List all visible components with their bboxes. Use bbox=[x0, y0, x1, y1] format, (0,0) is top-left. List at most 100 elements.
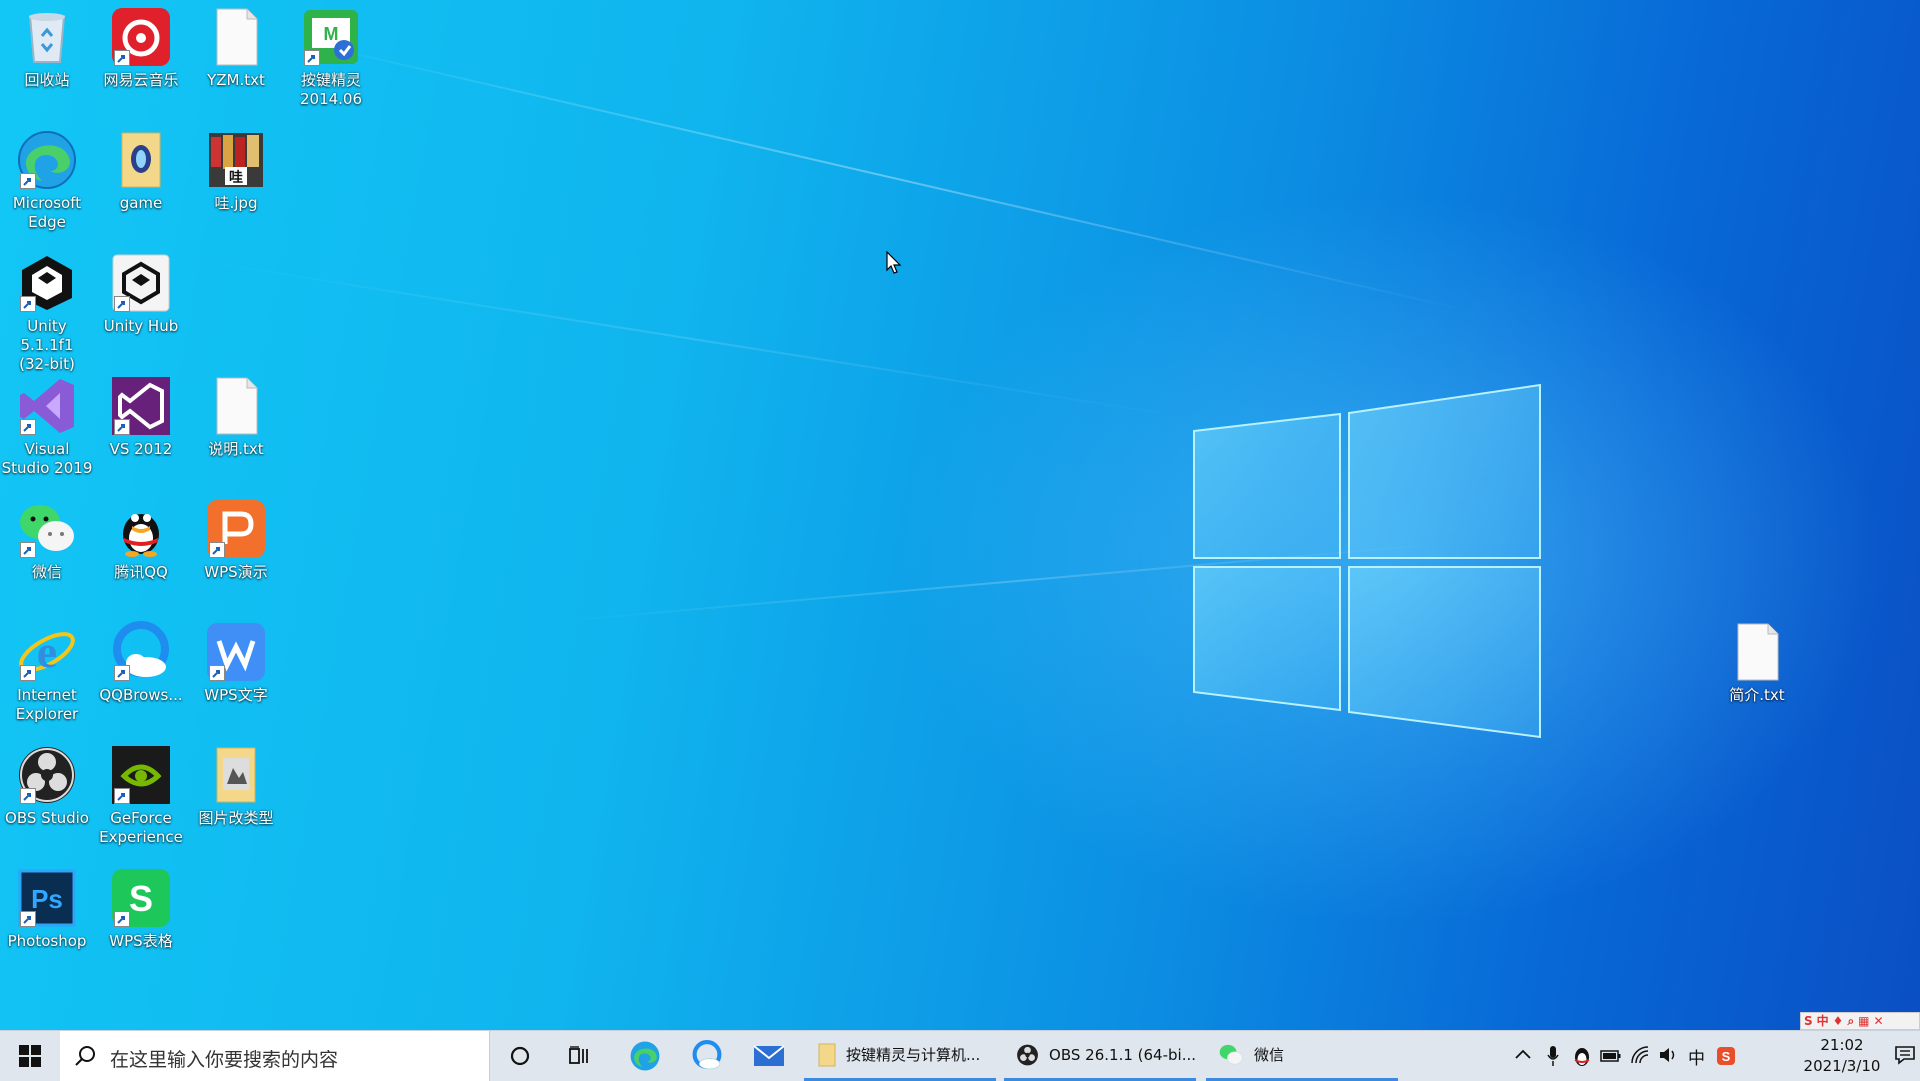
ime-keyboard-icon[interactable]: ▦ bbox=[1858, 1014, 1869, 1028]
windows-logo-wallpaper bbox=[1193, 383, 1541, 739]
edge-icon bbox=[630, 1041, 660, 1071]
svg-text:S: S bbox=[129, 878, 153, 919]
icon-label: game bbox=[119, 194, 163, 212]
desktop-icon-wa-jpg[interactable]: 哇 哇.jpg bbox=[189, 123, 283, 233]
search-placeholder: 在这里输入你要搜索的内容 bbox=[110, 1049, 339, 1071]
taskbar-app-label: 按键精灵与计算机... bbox=[846, 1046, 981, 1064]
desktop-icon-internet-explorer[interactable]: e Internet Explorer bbox=[0, 615, 94, 725]
qq-browser-icon bbox=[692, 1040, 722, 1070]
desktop-icon-visual-studio-2019[interactable]: Visual Studio 2019 bbox=[0, 369, 94, 479]
shortcut-arrow-icon bbox=[20, 296, 36, 312]
ime-symbol-icon[interactable]: 中 bbox=[1817, 1014, 1829, 1028]
cortana-circle-icon bbox=[510, 1046, 530, 1066]
qq-icon bbox=[123, 514, 159, 557]
taskbar-mail[interactable] bbox=[746, 1031, 792, 1081]
volume-icon[interactable] bbox=[1658, 1045, 1678, 1065]
svg-text:Ps: Ps bbox=[31, 884, 63, 914]
search-icon bbox=[75, 1046, 95, 1066]
desktop-icon-qq-browser[interactable]: QQBrows... bbox=[94, 615, 188, 725]
icon-label: 图片改类型 bbox=[198, 809, 274, 827]
taskbar-app-obs[interactable]: OBS 26.1.1 (64-bi... bbox=[1004, 1031, 1196, 1081]
light-beam bbox=[299, 40, 1470, 312]
desktop-icon-image-convert-folder[interactable]: 图片改类型 bbox=[189, 738, 283, 848]
clock[interactable]: 21:02 2021/3/10 bbox=[1802, 1035, 1882, 1077]
recycle-bin-icon bbox=[28, 13, 66, 63]
icon-label: 按键精灵 2014.06 bbox=[299, 71, 363, 108]
desktop-icon-wechat[interactable]: 微信 bbox=[0, 492, 94, 602]
mail-icon bbox=[753, 1045, 785, 1066]
desktop-icon-unity-hub[interactable]: Unity Hub bbox=[94, 246, 188, 356]
task-view-button[interactable] bbox=[560, 1031, 600, 1081]
light-beam bbox=[199, 260, 1188, 419]
ime-punct-icon[interactable]: ⌕ bbox=[1847, 1014, 1854, 1028]
microphone-icon[interactable] bbox=[1546, 1045, 1560, 1067]
svg-text:S: S bbox=[1722, 1049, 1731, 1064]
taskbar-app-label: 微信 bbox=[1254, 1046, 1285, 1064]
ime-close-icon[interactable]: ✕ bbox=[1874, 1014, 1884, 1028]
cortana-button[interactable] bbox=[500, 1031, 540, 1081]
desktop-icon-anjian[interactable]: M 按键精灵 2014.06 bbox=[284, 0, 378, 110]
icon-label: OBS Studio bbox=[5, 809, 89, 827]
desktop-icon-microsoft-edge[interactable]: Microsoft Edge bbox=[0, 123, 94, 233]
desktop-icon-jianjie-txt[interactable]: 简介.txt bbox=[1710, 615, 1804, 725]
taskbar-app-wechat[interactable]: 微信 bbox=[1206, 1031, 1398, 1081]
ime-toolbar[interactable]: S 中 ♦ ⌕ ▦ ✕ bbox=[1800, 1012, 1920, 1030]
notification-center-icon[interactable] bbox=[1894, 1045, 1916, 1065]
icon-label: VS 2012 bbox=[109, 440, 173, 458]
shortcut-arrow-icon bbox=[114, 296, 130, 312]
taskbar-edge[interactable] bbox=[622, 1031, 668, 1081]
ime-mic-icon[interactable]: ♦ bbox=[1833, 1014, 1844, 1028]
shortcut-arrow-icon bbox=[209, 665, 225, 681]
icon-label: 微信 bbox=[31, 563, 62, 581]
image-file-icon: 哇 bbox=[209, 133, 263, 187]
desktop-icon-qq[interactable]: 腾讯QQ bbox=[94, 492, 188, 602]
ime-indicator[interactable]: 中 bbox=[1688, 1044, 1705, 1069]
desktop-icon-obs-studio[interactable]: OBS Studio bbox=[0, 738, 94, 848]
desktop-icon-shuoming-txt[interactable]: 说明.txt bbox=[189, 369, 283, 479]
desktop-icon-unity[interactable]: Unity 5.1.1f1 (32-bit) bbox=[0, 246, 94, 373]
icon-label: Microsoft Edge bbox=[12, 194, 82, 231]
desktop-icon-wps-presentation[interactable]: WPS演示 bbox=[189, 492, 283, 602]
icon-label: WPS表格 bbox=[109, 932, 173, 950]
icon-label: WPS文字 bbox=[204, 686, 268, 704]
text-file-icon bbox=[1737, 623, 1779, 681]
chevron-up-icon[interactable] bbox=[1514, 1047, 1532, 1061]
wifi-icon[interactable] bbox=[1630, 1045, 1650, 1065]
shortcut-arrow-icon bbox=[20, 911, 36, 927]
taskbar-search-box[interactable]: 在这里输入你要搜索的内容 bbox=[60, 1031, 490, 1081]
icon-label: Internet Explorer bbox=[15, 686, 79, 723]
clock-date: 2021/3/10 bbox=[1803, 1057, 1881, 1075]
desktop-icon-photoshop[interactable]: Ps Photoshop bbox=[0, 861, 94, 971]
shortcut-arrow-icon bbox=[304, 50, 320, 66]
folder-icon bbox=[216, 747, 256, 803]
mouse-cursor-icon bbox=[886, 251, 902, 274]
obs-icon bbox=[1017, 1044, 1038, 1065]
start-button[interactable] bbox=[0, 1031, 60, 1081]
desktop-icon-yzm-txt[interactable]: YZM.txt bbox=[189, 0, 283, 110]
task-view-icon bbox=[569, 1046, 588, 1064]
taskbar-app-anjian-folder[interactable]: 按键精灵与计算机... bbox=[804, 1031, 996, 1081]
taskbar-qq-browser[interactable] bbox=[684, 1031, 730, 1081]
sogou-tray-icon[interactable]: S bbox=[1716, 1045, 1736, 1067]
svg-text:哇: 哇 bbox=[229, 169, 243, 186]
folder-icon bbox=[818, 1043, 836, 1066]
desktop-icon-vs2012[interactable]: VS 2012 bbox=[94, 369, 188, 479]
desktop-icon-wps-writer[interactable]: WPS文字 bbox=[189, 615, 283, 725]
desktop-icon-netease-music[interactable]: 网易云音乐 bbox=[94, 0, 188, 110]
text-file-icon bbox=[216, 377, 258, 435]
sogou-s-icon[interactable]: S bbox=[1804, 1014, 1813, 1028]
desktop-icon-wps-spreadsheet[interactable]: S WPS表格 bbox=[94, 861, 188, 971]
desktop-icon-geforce-experience[interactable]: GeForce Experience bbox=[94, 738, 188, 848]
shortcut-arrow-icon bbox=[114, 50, 130, 66]
battery-icon[interactable] bbox=[1600, 1048, 1622, 1064]
shortcut-arrow-icon bbox=[20, 665, 36, 681]
taskbar-app-label: OBS 26.1.1 (64-bi... bbox=[1049, 1045, 1196, 1064]
icon-label: Visual Studio 2019 bbox=[1, 440, 93, 477]
shortcut-arrow-icon bbox=[209, 542, 225, 558]
icon-label: 简介.txt bbox=[1729, 686, 1785, 704]
qq-tray-icon[interactable] bbox=[1572, 1045, 1592, 1067]
icon-label: 网易云音乐 bbox=[103, 71, 179, 89]
shortcut-arrow-icon bbox=[114, 911, 130, 927]
desktop-icon-game-folder[interactable]: game bbox=[94, 123, 188, 233]
desktop-icon-recycle-bin[interactable]: 回收站 bbox=[0, 0, 94, 110]
